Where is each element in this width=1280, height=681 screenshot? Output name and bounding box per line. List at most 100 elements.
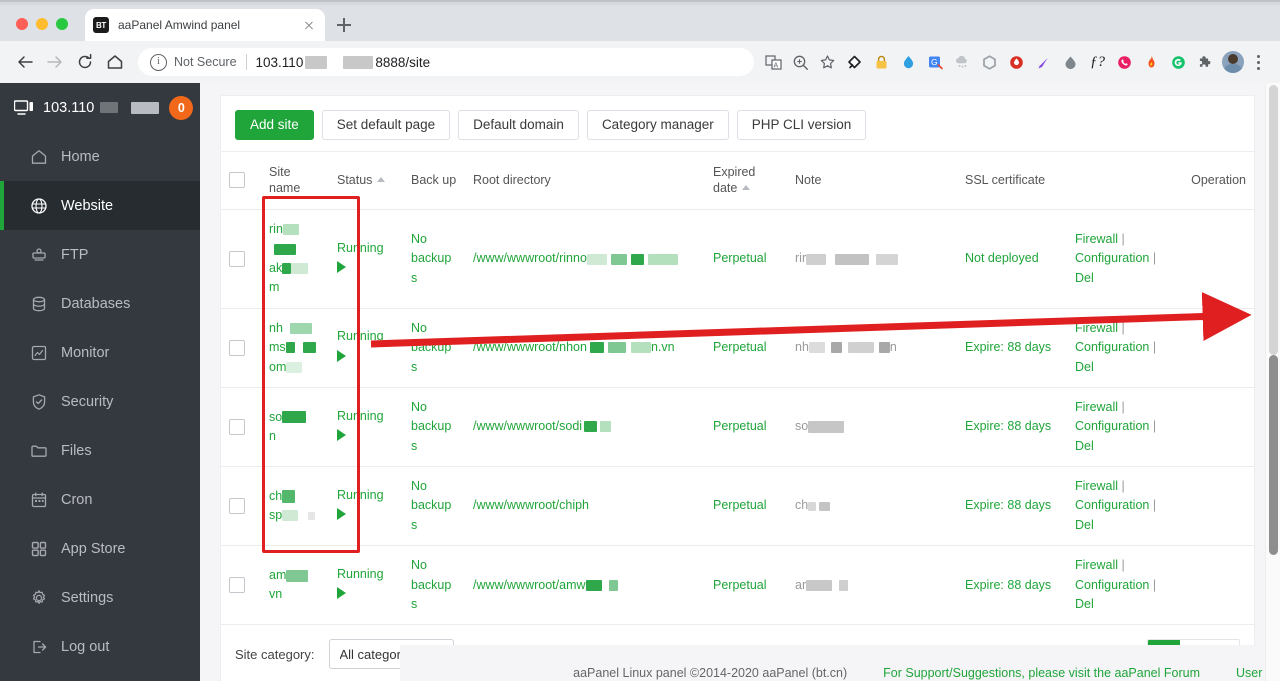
address-bar[interactable]: Not Secure 103.110 8888/site: [138, 48, 754, 76]
sidebar-item-cron[interactable]: Cron: [0, 475, 200, 524]
configuration-link[interactable]: Configuration: [1075, 251, 1149, 265]
sidebar-item-home[interactable]: Home: [0, 132, 200, 181]
site-name-header[interactable]: Site name: [261, 151, 329, 211]
row-checkbox[interactable]: [229, 498, 245, 515]
scrollbar-thumb-light[interactable]: [1269, 85, 1278, 355]
table-row[interactable]: rin ak m Running No backups /www/wwwroot…: [221, 209, 1254, 309]
site-name-cell[interactable]: rin ak m: [261, 209, 329, 309]
scrollbar-thumb[interactable]: [1269, 355, 1278, 555]
start-site-icon[interactable]: [337, 587, 346, 600]
site-name-cell[interactable]: am vn: [261, 545, 329, 626]
delete-link[interactable]: Del: [1075, 360, 1094, 374]
cloud-rain-icon[interactable]: [949, 49, 976, 76]
firewall-link[interactable]: Firewall: [1075, 232, 1118, 246]
reload-icon[interactable]: [70, 47, 100, 77]
site-name-cell[interactable]: so n: [261, 387, 329, 468]
start-site-icon[interactable]: [337, 428, 346, 441]
configuration-link[interactable]: Configuration: [1075, 498, 1149, 512]
back-arrow-icon[interactable]: [10, 47, 40, 77]
sidebar-item-log-out[interactable]: Log out: [0, 622, 200, 671]
delete-link[interactable]: Del: [1075, 518, 1094, 532]
sort-ascending-icon[interactable]: [377, 176, 386, 182]
row-checkbox[interactable]: [229, 577, 245, 594]
pink-phone-icon[interactable]: [1111, 49, 1138, 76]
table-row[interactable]: am vn Running No backups /www/wwwroot/am…: [221, 545, 1254, 626]
configuration-link[interactable]: Configuration: [1075, 578, 1149, 592]
sidebar-item-files[interactable]: Files: [0, 426, 200, 475]
close-window-button[interactable]: [16, 18, 28, 30]
root-directory-cell[interactable]: /www/wwwroot/sodi: [465, 387, 705, 468]
row-checkbox[interactable]: [229, 339, 245, 356]
start-site-icon[interactable]: [337, 508, 346, 521]
maximize-window-button[interactable]: [56, 18, 68, 30]
hexagon-icon[interactable]: [976, 49, 1003, 76]
php-cli-version-button[interactable]: PHP CLI version: [736, 110, 867, 140]
firewall-link[interactable]: Firewall: [1075, 479, 1118, 493]
support-forum-link[interactable]: For Support/Suggestions, please visit th…: [883, 666, 1200, 680]
window-controls[interactable]: [16, 18, 68, 30]
forward-arrow-icon[interactable]: [40, 47, 70, 77]
function-f-icon[interactable]: ƒ?: [1084, 49, 1111, 76]
select-all-checkbox[interactable]: [229, 172, 245, 189]
root-directory-cell[interactable]: /www/wwwroot/amw: [465, 545, 705, 626]
table-row[interactable]: so n Running No backups /www/wwwroot/sod…: [221, 387, 1254, 468]
row-checkbox[interactable]: [229, 418, 245, 435]
firewall-link[interactable]: Firewall: [1075, 321, 1118, 335]
start-site-icon[interactable]: [337, 349, 346, 362]
firewall-link[interactable]: Firewall: [1075, 558, 1118, 572]
sidebar-item-monitor[interactable]: Monitor: [0, 328, 200, 377]
sort-ascending-icon[interactable]: [742, 185, 751, 191]
table-row[interactable]: nh ms om Running No backups /www/wwwroot…: [221, 308, 1254, 388]
minimize-window-button[interactable]: [36, 18, 48, 30]
delete-link[interactable]: Del: [1075, 439, 1094, 453]
delete-link[interactable]: Del: [1075, 597, 1094, 611]
home-icon[interactable]: [100, 47, 130, 77]
set-default-page-button[interactable]: Set default page: [321, 110, 451, 140]
avatar[interactable]: [1219, 49, 1246, 76]
water-drop-icon[interactable]: [895, 49, 922, 76]
sidebar-item-databases[interactable]: Databases: [0, 279, 200, 328]
page-scrollbar[interactable]: [1265, 83, 1280, 681]
delete-link[interactable]: Del: [1075, 271, 1094, 285]
kebab-menu-icon[interactable]: [1246, 49, 1270, 76]
expired-date-header[interactable]: Expired date: [705, 151, 787, 211]
status-header[interactable]: Status: [329, 151, 403, 211]
gray-drop-icon[interactable]: [1057, 49, 1084, 76]
configuration-link[interactable]: Configuration: [1075, 419, 1149, 433]
sidebar-item-app-store[interactable]: App Store: [0, 524, 200, 573]
puzzle-piece-icon[interactable]: [1192, 49, 1219, 76]
root-directory-cell[interactable]: /www/wwwroot/nhon n.vn: [465, 308, 705, 388]
site-name-cell[interactable]: nh ms om: [261, 308, 329, 388]
new-tab-button[interactable]: [333, 14, 355, 36]
zoom-search-icon[interactable]: [787, 49, 814, 76]
root-directory-cell[interactable]: /www/wwwroot/chiph: [465, 466, 705, 547]
default-domain-button[interactable]: Default domain: [458, 110, 579, 140]
purple-pen-icon[interactable]: [1030, 49, 1057, 76]
grammarly-g-icon[interactable]: [1165, 49, 1192, 76]
flame-icon[interactable]: [1138, 49, 1165, 76]
diamond-marker-icon[interactable]: [841, 49, 868, 76]
translate-icon[interactable]: A: [760, 49, 787, 76]
lock-icon[interactable]: [868, 49, 895, 76]
root-directory-cell[interactable]: /www/wwwroot/rinno: [465, 209, 705, 309]
add-site-button[interactable]: Add site: [235, 110, 314, 140]
red-drop-icon[interactable]: [1003, 49, 1030, 76]
tab-close-icon[interactable]: [301, 17, 317, 33]
site-name-cell[interactable]: ch sp: [261, 466, 329, 547]
sidebar-item-ftp[interactable]: FTP: [0, 230, 200, 279]
sidebar-item-settings[interactable]: Settings: [0, 573, 200, 622]
start-site-icon[interactable]: [337, 261, 346, 273]
row-checkbox[interactable]: [229, 251, 245, 267]
sidebar-notification-badge[interactable]: 0: [169, 95, 194, 120]
configuration-link[interactable]: Configuration: [1075, 340, 1149, 354]
category-manager-button[interactable]: Category manager: [586, 110, 729, 140]
table-row[interactable]: ch sp Running No backups /www/wwwroot/ch…: [221, 466, 1254, 547]
sidebar-item-security[interactable]: Security: [0, 377, 200, 426]
sidebar-item-website[interactable]: Website: [0, 181, 200, 230]
info-circle-icon[interactable]: [150, 53, 167, 71]
firewall-link[interactable]: Firewall: [1075, 400, 1118, 414]
bookmark-star-icon[interactable]: [814, 49, 841, 76]
browser-tab[interactable]: BT aaPanel Amwind panel: [85, 9, 325, 41]
grammar-check-icon[interactable]: G: [922, 49, 949, 76]
tab-favicon-icon: BT: [93, 17, 109, 33]
